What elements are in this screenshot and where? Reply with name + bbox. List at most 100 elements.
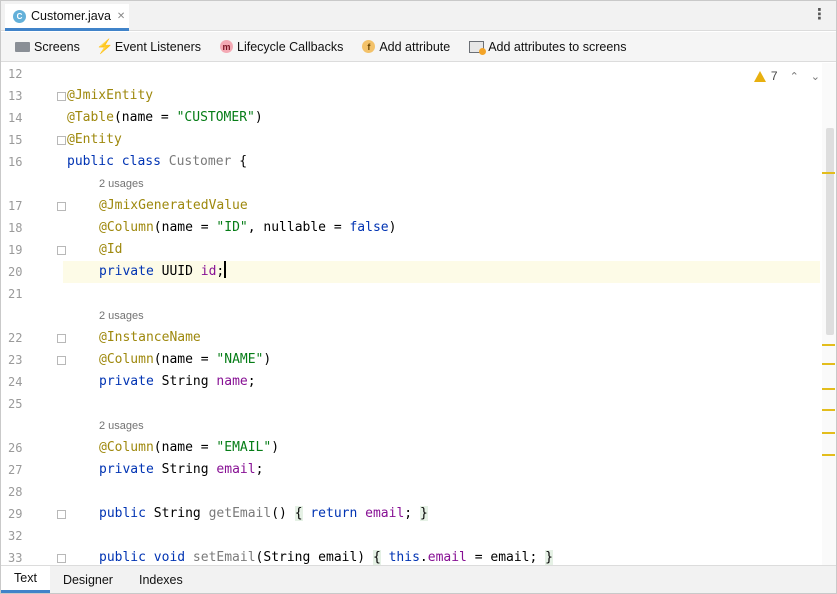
code-text: () xyxy=(271,506,295,521)
code-line: public void setEmail(String email) { thi… xyxy=(63,547,820,565)
line-number: 33 xyxy=(8,551,23,565)
code-line: @Table(name = "CUSTOMER") xyxy=(63,107,820,129)
close-icon[interactable]: ✕ xyxy=(117,11,125,22)
screens-icon xyxy=(15,41,30,52)
code-text: (name = xyxy=(153,352,217,367)
screens-button-label: Screens xyxy=(34,39,80,54)
line-number: 26 xyxy=(8,441,23,455)
keyword: this xyxy=(380,550,420,565)
tab-designer[interactable]: Designer xyxy=(50,566,126,593)
code-line: @Column(name = "NAME") xyxy=(63,349,820,371)
line-number: 20 xyxy=(8,265,23,279)
line-number-gutter: 12 13 14 15 16 17 18 19 20 21 22 23 24 2… xyxy=(1,63,66,565)
annotation: @Column xyxy=(99,220,154,235)
vertical-scrollbar[interactable] xyxy=(822,63,836,565)
add-attributes-to-screens-button[interactable]: Add attributes to screens xyxy=(469,39,627,55)
code-text: ) xyxy=(254,110,263,125)
annotation: @Entity xyxy=(67,132,122,147)
string-literal: "ID" xyxy=(216,220,248,235)
warning-marker[interactable] xyxy=(822,409,835,411)
code-text: ; xyxy=(404,506,420,521)
code-line: private String name; xyxy=(63,371,820,393)
code-area[interactable]: @JmixEntity @Table(name = "CUSTOMER") @E… xyxy=(63,63,820,565)
line-number: 19 xyxy=(8,243,23,257)
usages-hint[interactable]: 2 usages xyxy=(63,305,820,327)
string-literal: "NAME" xyxy=(216,352,264,367)
code-text: ; xyxy=(529,550,546,565)
folded-brace[interactable]: { xyxy=(372,550,381,565)
inspection-widget[interactable]: 7 ⌃ ⌄ xyxy=(753,69,820,83)
code-text: ) xyxy=(388,220,397,235)
current-code-line: private UUID id; xyxy=(63,261,820,283)
line-number: 14 xyxy=(8,111,23,125)
file-tab-customer-java[interactable]: C Customer.java ✕ xyxy=(5,4,129,31)
editor-window: C Customer.java ✕ ⋮ Screens ⚡ Event List… xyxy=(0,0,837,594)
line-number: 17 xyxy=(8,199,23,213)
chevron-up-icon[interactable]: ⌃ xyxy=(790,70,799,83)
annotation: @JmixEntity xyxy=(67,88,154,103)
usages-hint[interactable]: 2 usages xyxy=(63,415,820,437)
folded-brace[interactable]: } xyxy=(419,506,428,521)
string-literal: "CUSTOMER" xyxy=(176,110,255,125)
type-name: String xyxy=(153,506,209,521)
code-text: ; xyxy=(216,264,225,279)
tab-indexes[interactable]: Indexes xyxy=(126,566,196,593)
tab-text[interactable]: Text xyxy=(1,566,50,593)
code-line: @JmixEntity xyxy=(63,85,820,107)
chevron-down-icon[interactable]: ⌄ xyxy=(811,70,820,83)
folded-brace[interactable]: } xyxy=(545,550,553,565)
code-line: @Id xyxy=(63,239,820,261)
line-number: 29 xyxy=(8,507,23,521)
warning-marker[interactable] xyxy=(822,454,835,456)
line-number: 13 xyxy=(8,89,23,103)
code-line: public class Customer { xyxy=(63,151,820,173)
string-literal: "EMAIL" xyxy=(216,440,272,455)
warning-marker[interactable] xyxy=(822,344,835,346)
code-text: ) xyxy=(263,352,272,367)
usages-hint[interactable]: 2 usages xyxy=(63,173,820,195)
line-number: 27 xyxy=(8,463,23,477)
event-listeners-button[interactable]: ⚡ Event Listeners xyxy=(96,38,202,55)
code-text: , nullable = xyxy=(247,220,350,235)
warning-marker[interactable] xyxy=(822,363,835,365)
screens-button[interactable]: Screens xyxy=(15,40,80,54)
add-attribute-button-label: Add attribute xyxy=(379,39,451,54)
field-name: name xyxy=(216,374,248,389)
code-text: ; xyxy=(247,374,256,389)
code-text: (name = xyxy=(113,110,177,125)
annotation: @Column xyxy=(99,440,154,455)
more-options-icon[interactable]: ⋮ xyxy=(812,7,827,22)
warning-marker[interactable] xyxy=(822,432,835,434)
line-number: 15 xyxy=(8,133,23,147)
keyword: public class xyxy=(67,154,169,169)
code-text: { xyxy=(231,154,248,169)
warning-marker[interactable] xyxy=(822,388,835,390)
add-attribute-button[interactable]: f Add attribute xyxy=(362,40,450,54)
line-number: 24 xyxy=(8,375,23,389)
add-attributes-to-screens-button-label: Add attributes to screens xyxy=(488,39,627,54)
scrollbar-thumb[interactable] xyxy=(826,128,834,335)
field-icon: f xyxy=(362,40,376,53)
line-number: 25 xyxy=(8,397,23,411)
event-listeners-button-label: Event Listeners xyxy=(114,39,202,54)
code-text: (String email) xyxy=(255,550,373,565)
editor-tab-bar: C Customer.java ✕ ⋮ xyxy=(1,1,836,31)
code-text: (name = xyxy=(153,220,217,235)
line-number: 16 xyxy=(8,155,23,169)
annotation: @Id xyxy=(99,242,123,257)
class-icon: C xyxy=(13,9,26,23)
code-line: @Entity xyxy=(63,129,820,151)
keyword: private xyxy=(99,264,162,279)
line-number: 22 xyxy=(8,331,23,345)
annotation: @Table xyxy=(67,110,114,125)
code-line: public String getEmail() { return email;… xyxy=(63,503,820,525)
keyword: private xyxy=(99,374,162,389)
line-number: 18 xyxy=(8,221,23,235)
code-editor[interactable]: 12 13 14 15 16 17 18 19 20 21 22 23 24 2… xyxy=(1,63,836,565)
field-name: email xyxy=(365,506,405,521)
code-line: @InstanceName xyxy=(63,327,820,349)
lightning-icon: ⚡ xyxy=(96,38,114,54)
warning-marker[interactable] xyxy=(822,172,835,174)
folded-brace[interactable]: { xyxy=(294,506,303,521)
lifecycle-callbacks-button[interactable]: m Lifecycle Callbacks xyxy=(220,40,343,54)
